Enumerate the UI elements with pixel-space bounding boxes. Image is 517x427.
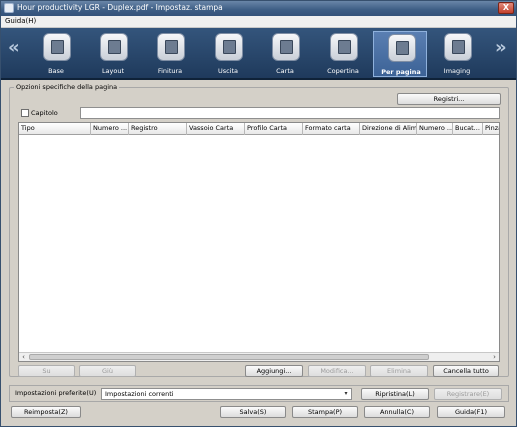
- close-button[interactable]: X: [498, 2, 514, 14]
- column-direzione[interactable]: Direzione di Alim...: [360, 123, 417, 135]
- horizontal-scrollbar[interactable]: ‹ ›: [19, 352, 499, 361]
- tab-base[interactable]: Base: [29, 31, 83, 77]
- scroll-right-arrow-icon[interactable]: ›: [490, 353, 499, 361]
- tab-uscita[interactable]: Uscita: [201, 31, 255, 77]
- delete-button[interactable]: Elimina: [370, 365, 428, 377]
- page-options-table: Tipo Numero ... Registro Vassoio Carta P…: [18, 122, 500, 362]
- column-formato-carta[interactable]: Formato carta: [303, 123, 360, 135]
- column-vassoio-carta[interactable]: Vassoio Carta: [187, 123, 245, 135]
- tab-carta[interactable]: Carta: [258, 31, 312, 77]
- capitolo-label: Capitolo: [31, 109, 58, 117]
- edit-button[interactable]: Modifica...: [308, 365, 366, 377]
- dropdown-arrow-icon[interactable]: ▾: [342, 390, 350, 398]
- registri-button[interactable]: Registri...: [397, 93, 501, 105]
- scroll-right-icon[interactable]: »: [495, 38, 507, 58]
- tab-copertina[interactable]: Copertina: [316, 31, 370, 77]
- add-button[interactable]: Aggiungi...: [245, 365, 303, 377]
- column-numero[interactable]: Numero ...: [91, 123, 129, 135]
- title-bar: Hour productivity LGR - Duplex.pdf - Imp…: [1, 1, 516, 16]
- tab-imaging[interactable]: Imaging: [430, 31, 484, 77]
- column-bucatura[interactable]: Bucat...: [453, 123, 483, 135]
- help-button[interactable]: Guida(F1): [437, 406, 505, 418]
- tab-layout[interactable]: Layout: [86, 31, 140, 77]
- imaging-icon: [444, 33, 472, 61]
- clear-all-button[interactable]: Cancella tutto: [433, 365, 499, 377]
- column-registro[interactable]: Registro: [129, 123, 187, 135]
- scrollbar-thumb[interactable]: [29, 354, 429, 360]
- finishing-icon: [157, 33, 185, 61]
- tab-finitura[interactable]: Finitura: [143, 31, 197, 77]
- capitolo-checkbox[interactable]: [21, 109, 29, 117]
- group-title: Opzioni specifiche della pagina: [14, 83, 120, 91]
- scroll-left-icon[interactable]: «: [8, 38, 20, 58]
- menu-help[interactable]: Guida(H): [5, 17, 36, 25]
- preferences-select[interactable]: Impostazioni correnti ▾: [101, 388, 352, 400]
- print-button[interactable]: Stampa(P): [292, 406, 358, 418]
- cancel-button[interactable]: Annulla(C): [364, 406, 430, 418]
- column-numero-2[interactable]: Numero ...: [417, 123, 453, 135]
- layout-icon: [100, 33, 128, 61]
- save-button[interactable]: Salva(S): [220, 406, 286, 418]
- per-page-icon: [388, 34, 416, 62]
- scroll-left-arrow-icon[interactable]: ‹: [19, 353, 28, 361]
- base-icon: [43, 33, 71, 61]
- register-button[interactable]: Registrare(E): [434, 388, 502, 400]
- move-up-button[interactable]: Su: [18, 365, 75, 377]
- window-title: Hour productivity LGR - Duplex.pdf - Imp…: [17, 3, 223, 12]
- move-down-button[interactable]: Giù: [79, 365, 136, 377]
- capitolo-field[interactable]: [80, 107, 500, 119]
- settings-ribbon: « Base Layout Finitura Uscita Carta Cope…: [1, 28, 516, 80]
- paper-icon: [272, 33, 300, 61]
- column-tipo[interactable]: Tipo: [19, 123, 91, 135]
- print-settings-window: Hour productivity LGR - Duplex.pdf - Imp…: [0, 0, 517, 427]
- restore-button[interactable]: Ripristina(L): [361, 388, 429, 400]
- column-pinzatura[interactable]: Pinzat: [483, 123, 499, 135]
- column-profilo-carta[interactable]: Profilo Carta: [245, 123, 303, 135]
- reset-button[interactable]: Reimposta(Z): [11, 406, 81, 418]
- preferences-label: Impostazioni preferite(U): [15, 389, 97, 397]
- menu-bar: Guida(H): [1, 16, 516, 28]
- tab-per-pagina[interactable]: Per pagina: [373, 31, 427, 77]
- output-icon: [215, 33, 243, 61]
- cover-icon: [330, 33, 358, 61]
- table-header: Tipo Numero ... Registro Vassoio Carta P…: [19, 123, 499, 135]
- app-icon: [4, 3, 14, 13]
- preferences-selected: Impostazioni correnti: [105, 390, 174, 398]
